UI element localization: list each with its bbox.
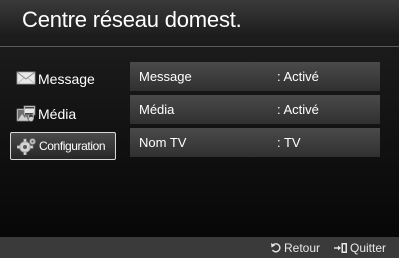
setting-name: Média <box>139 102 175 117</box>
setting-row-tv-name[interactable]: Nom TV : TV <box>130 128 380 157</box>
return-icon <box>270 242 284 254</box>
setting-name: Nom TV <box>139 135 187 150</box>
back-button[interactable]: Retour <box>270 241 320 255</box>
exit-icon <box>334 242 350 254</box>
envelope-icon <box>16 70 36 88</box>
sidebar-item-label: Média <box>38 106 77 122</box>
sidebar-item-label: Message <box>38 71 95 87</box>
setting-row-message[interactable]: Message : Activé <box>130 62 380 91</box>
sidebar-item-label: Configuration <box>39 139 106 153</box>
media-icon <box>16 105 36 123</box>
setting-row-media[interactable]: Média : Activé <box>130 95 380 124</box>
setting-value: : Activé <box>277 69 319 84</box>
sidebar-item-configuration[interactable]: Configuration <box>10 132 116 160</box>
exit-button[interactable]: Quitter <box>334 241 386 255</box>
sidebar-item-media[interactable]: Média <box>10 100 116 128</box>
setting-value: : Activé <box>277 102 319 117</box>
exit-label: Quitter <box>350 241 387 255</box>
gear-icon <box>17 137 37 155</box>
setting-value: : TV <box>277 135 301 150</box>
sidebar-item-message[interactable]: Message <box>10 65 116 93</box>
back-label: Retour <box>284 241 321 255</box>
setting-name: Message <box>139 69 192 84</box>
app-window: Centre réseau domest. Message Média Conf… <box>0 0 399 258</box>
page-title: Centre réseau domest. <box>22 7 242 32</box>
title-divider <box>0 46 399 47</box>
